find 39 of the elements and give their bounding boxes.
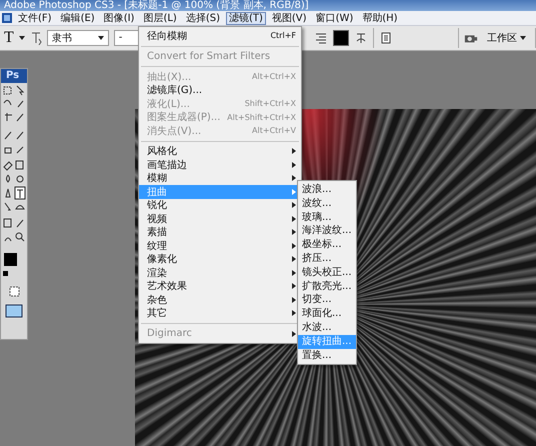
menu-item[interactable]: 画笔描边 [139,158,301,172]
menu-item[interactable]: 编辑(E) [58,12,98,24]
menu-item[interactable]: 镜头校正... [298,266,356,280]
menu-item[interactable]: 选择(S) [182,12,223,24]
menu-item[interactable]: 像素化 [139,252,301,266]
menu-item[interactable]: 渲染 [139,266,301,280]
menu-item[interactable]: 其它 [139,306,301,320]
menu-item[interactable]: 扩散亮光... [298,280,356,294]
menu-item[interactable]: 杂色 [139,293,301,306]
menu-item[interactable]: 文件(F) [15,12,55,24]
menu-item[interactable]: 挤压... [298,252,356,266]
menu-item[interactable]: 视图(V) [268,12,310,24]
menu-item[interactable]: 波纹... [298,196,356,211]
font-family-dropdown[interactable]: 隶书 [46,30,109,46]
text-tool-glyph[interactable]: T [4,29,14,47]
menu-item[interactable]: 海洋波纹... [298,224,356,238]
menu-item[interactable]: 图像(I) [100,12,138,24]
menu-item[interactable]: 风格化 [139,144,301,158]
menu-item[interactable]: 纹理 [139,239,301,252]
menu-item[interactable]: 模糊 [139,172,301,185]
menu-item[interactable]: 视频 [139,212,301,226]
menu-item[interactable]: 锐化 [139,198,301,212]
menu-item[interactable]: 球面化... [298,307,356,321]
menu-item[interactable]: 极坐标... [298,238,356,252]
window-title: Adobe Photoshop CS3 - [未标题-1 @ 100% (背景 副本, RGB/8)] [4,0,309,11]
menu-item[interactable]: 帮助(H) [359,12,401,24]
menu-item[interactable]: 滤镜(T) [226,12,266,24]
menu-item[interactable]: 图层(L) [140,12,180,24]
menu-item[interactable]: 切变... [298,293,356,308]
menu-item[interactable]: 素描 [139,226,301,239]
menu-item[interactable]: 水波... [298,320,356,335]
menu-item[interactable]: 窗口(W) [312,12,356,24]
menu-item[interactable]: 艺术效果 [139,280,301,293]
menu-item[interactable]: 滤镜库(G)... [139,84,301,97]
workspace-button[interactable]: 工作区 [483,31,530,45]
app-logo: Ps [1,69,27,83]
menu-item[interactable]: 玻璃... [298,210,356,224]
menu-item[interactable]: 波浪... [298,183,356,197]
menu-item[interactable]: 置换... [298,348,356,362]
